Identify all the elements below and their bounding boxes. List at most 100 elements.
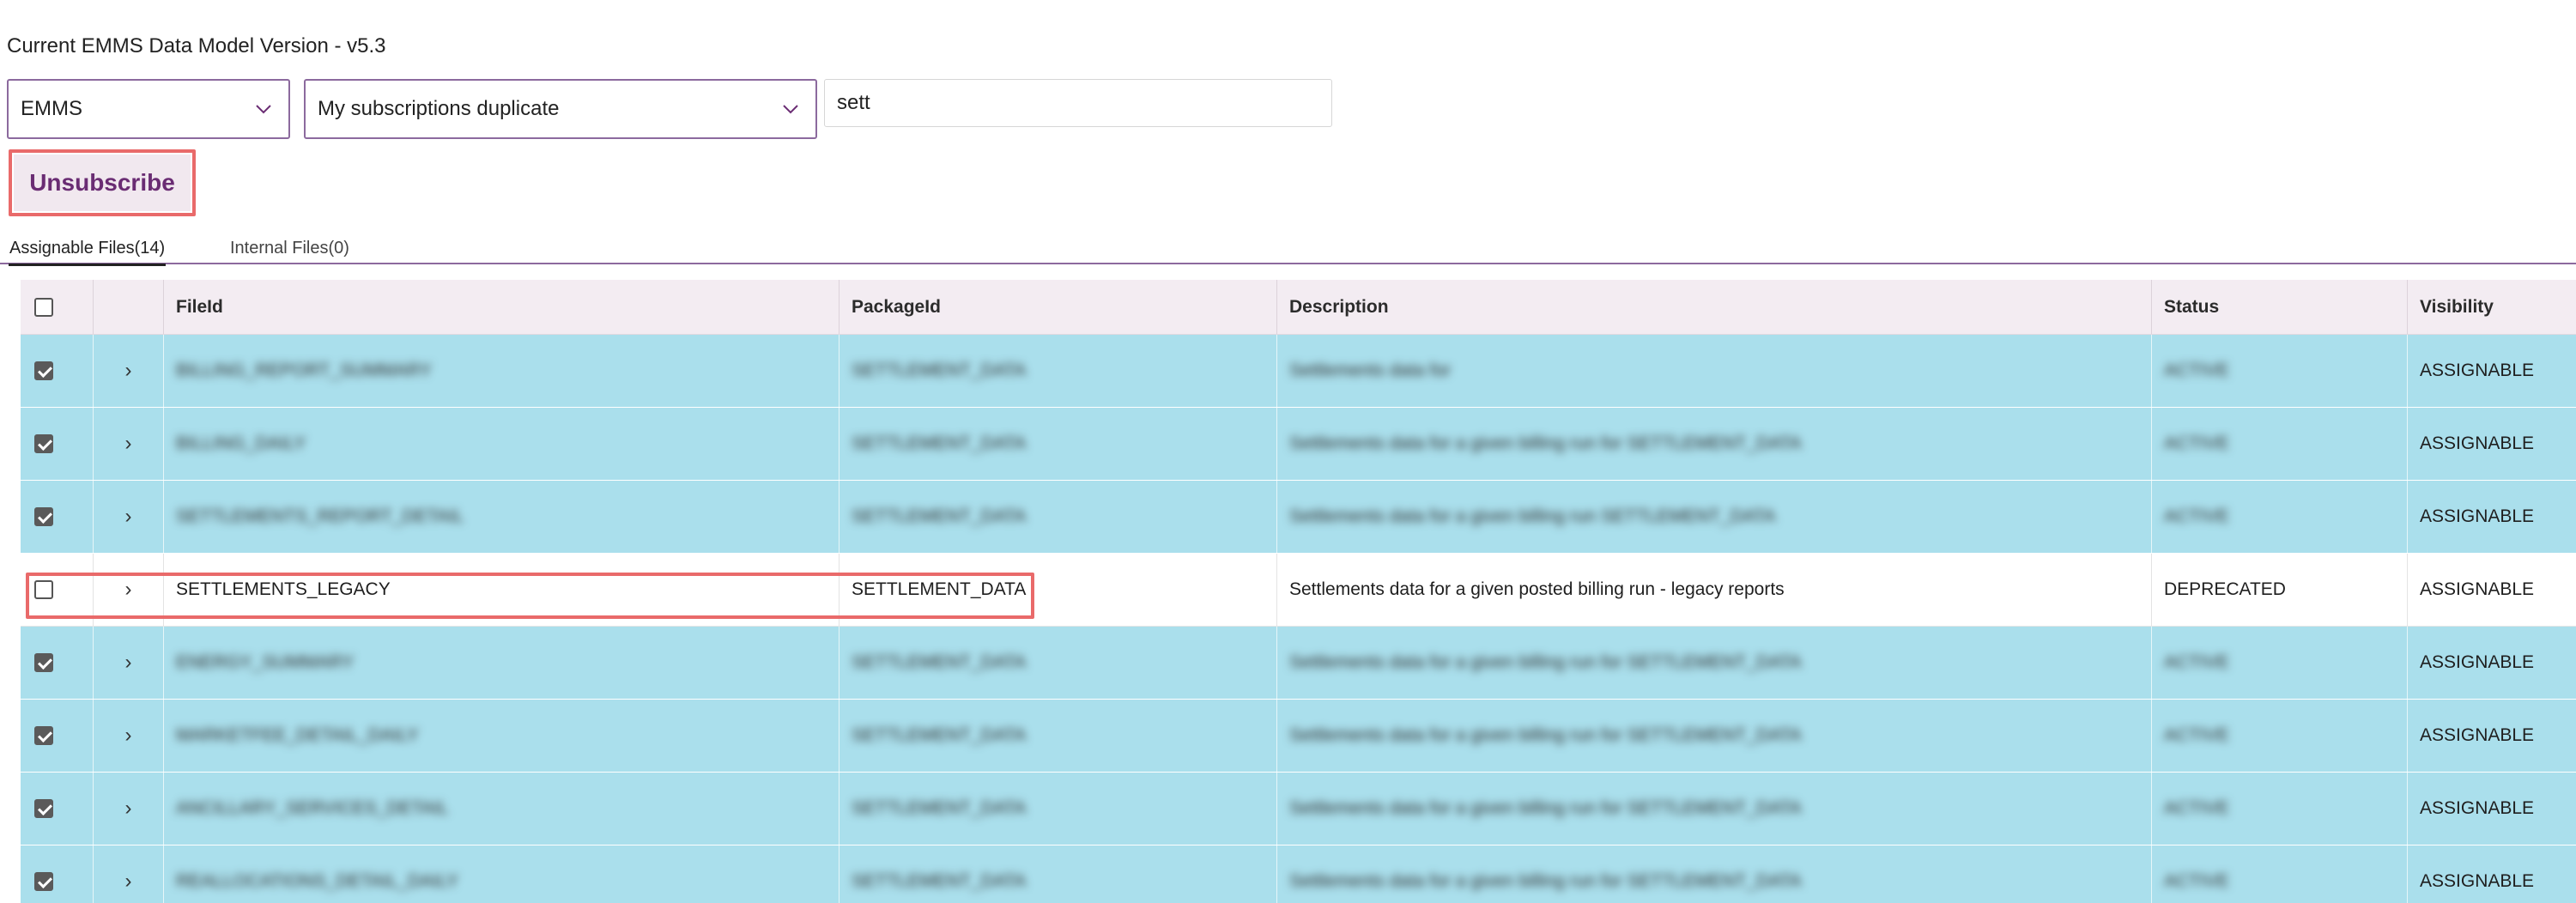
- visibility-text: ASSIGNABLE: [2420, 506, 2535, 526]
- visibility-text: ASSIGNABLE: [2420, 725, 2535, 745]
- column-header-packageid[interactable]: PackageId: [839, 280, 1276, 334]
- table-row[interactable]: › SETTLEMENTS_LEGACY SETTLEMENT_DATA Settle…: [21, 554, 2576, 627]
- row-checkbox[interactable]: [34, 434, 53, 453]
- version-title: Current EMMS Data Model Version - v5.3: [7, 34, 386, 58]
- description-text: Settlements data for a given billing run…: [1289, 652, 1802, 672]
- visibility-text: ASSIGNABLE: [2420, 579, 2535, 599]
- tab-internal-files[interactable]: Internal Files(0): [230, 239, 349, 258]
- cell-fileid: REALLOCATIONS_DETAIL_DAILY: [163, 845, 839, 903]
- description-text: Settlements data for a given billing run…: [1289, 506, 1776, 526]
- cell-description: Settlements data for a given billing run…: [1276, 481, 2151, 553]
- table-row[interactable]: › ANCILLARY_SERVICES_DETAIL SETTLEMENT_DAT…: [21, 773, 2576, 845]
- description-text: Settlements data for a given billing run…: [1289, 433, 1802, 453]
- row-checkbox[interactable]: [34, 726, 53, 745]
- row-expand-cell: ›: [93, 845, 163, 903]
- cell-description: Settlements data for a given billing run…: [1276, 845, 2151, 903]
- chevron-right-icon[interactable]: ›: [125, 651, 132, 675]
- row-checkbox[interactable]: [34, 872, 53, 891]
- table-row[interactable]: › BILLING_DAILY SETTLEMENT_DATA Settlements…: [21, 408, 2576, 481]
- cell-description: Settlements data for a given billing run…: [1276, 773, 2151, 845]
- row-expand-cell: ›: [93, 627, 163, 699]
- cell-visibility: ASSIGNABLE: [2407, 335, 2576, 407]
- fileid-text: ANCILLARY_SERVICES_DETAIL: [176, 798, 449, 818]
- chevron-right-icon[interactable]: ›: [125, 432, 132, 456]
- description-text: Settlements data for a given billing run…: [1289, 798, 1802, 818]
- cell-visibility: ASSIGNABLE: [2407, 481, 2576, 553]
- cell-status: DEPRECATED: [2151, 554, 2407, 626]
- chevron-right-icon[interactable]: ›: [125, 505, 132, 529]
- table-row[interactable]: › ENERGY_SUMMARY SETTLEMENT_DATA Settlement…: [21, 627, 2576, 700]
- row-select-cell: [21, 408, 93, 480]
- description-text: Settlements data for a given posted bill…: [1289, 579, 1785, 599]
- table-header: FileId PackageId Description Status Visi…: [21, 280, 2576, 335]
- cell-packageid: SETTLEMENT_DATA: [839, 700, 1276, 772]
- chevron-right-icon[interactable]: ›: [125, 870, 132, 894]
- files-table: FileId PackageId Description Status Visi…: [21, 280, 2576, 903]
- chevron-down-icon: [783, 105, 798, 114]
- table-row[interactable]: › BILLING_REPORT_SUMMARY SETTLEMENT_DATA Se…: [21, 335, 2576, 408]
- cell-description: Settlements data for a given billing run…: [1276, 700, 2151, 772]
- table-row[interactable]: › SETTLEMENTS_REPORT_DETAIL SETTLEMENT_DAT…: [21, 481, 2576, 554]
- status-text: ACTIVE: [2164, 798, 2229, 818]
- chevron-right-icon[interactable]: ›: [125, 724, 132, 748]
- visibility-text: ASSIGNABLE: [2420, 433, 2535, 453]
- row-select-cell: [21, 554, 93, 626]
- visibility-text: ASSIGNABLE: [2420, 361, 2535, 380]
- visibility-text: ASSIGNABLE: [2420, 652, 2535, 672]
- row-expand-cell: ›: [93, 481, 163, 553]
- cell-description: Settlements data for a given billing run…: [1276, 627, 2151, 699]
- cell-visibility: ASSIGNABLE: [2407, 845, 2576, 903]
- fileid-text: MARKETFEE_DETAIL_DAILY: [176, 725, 419, 745]
- cell-fileid: SETTLEMENTS_LEGACY: [163, 554, 839, 626]
- column-header-visibility[interactable]: Visibility: [2407, 280, 2576, 334]
- column-header-description[interactable]: Description: [1276, 280, 2151, 334]
- row-expand-cell: ›: [93, 408, 163, 480]
- row-checkbox[interactable]: [34, 653, 53, 672]
- table-row[interactable]: › REALLOCATIONS_DETAIL_DAILY SETTLEMENT_DA…: [21, 845, 2576, 903]
- unsubscribe-button[interactable]: Unsubscribe: [14, 155, 191, 211]
- row-checkbox[interactable]: [34, 580, 53, 599]
- status-text: ACTIVE: [2164, 361, 2229, 380]
- table-row[interactable]: › MARKETFEE_DETAIL_DAILY SETTLEMENT_DATA Se…: [21, 700, 2576, 773]
- model-dropdown-value: EMMS: [21, 97, 82, 120]
- packageid-text: SETTLEMENT_DATA: [852, 798, 1027, 818]
- visibility-text: ASSIGNABLE: [2420, 871, 2535, 891]
- row-select-cell: [21, 700, 93, 772]
- row-checkbox[interactable]: [34, 361, 53, 380]
- chevron-right-icon[interactable]: ›: [125, 797, 132, 821]
- column-header-status[interactable]: Status: [2151, 280, 2407, 334]
- fileid-text: SETTLEMENTS_REPORT_DETAIL: [176, 506, 464, 526]
- row-select-cell: [21, 481, 93, 553]
- search-input[interactable]: [824, 79, 1332, 127]
- fileid-text: BILLING_DAILY: [176, 433, 306, 453]
- chevron-right-icon[interactable]: ›: [125, 359, 132, 383]
- cell-status: ACTIVE: [2151, 627, 2407, 699]
- fileid-text: BILLING_REPORT_SUMMARY: [176, 361, 432, 380]
- chevron-right-icon[interactable]: ›: [125, 578, 132, 602]
- subscription-dropdown[interactable]: My subscriptions duplicate: [304, 79, 817, 139]
- cell-packageid: SETTLEMENT_DATA: [839, 335, 1276, 407]
- cell-fileid: ANCILLARY_SERVICES_DETAIL: [163, 773, 839, 845]
- tab-assignable-files[interactable]: Assignable Files(14): [8, 239, 167, 266]
- model-dropdown[interactable]: EMMS: [7, 79, 290, 139]
- cell-packageid: SETTLEMENT_DATA: [839, 554, 1276, 626]
- cell-visibility: ASSIGNABLE: [2407, 627, 2576, 699]
- description-text: Settlements data for: [1289, 361, 1451, 380]
- cell-fileid: MARKETFEE_DETAIL_DAILY: [163, 700, 839, 772]
- row-checkbox[interactable]: [34, 507, 53, 526]
- fileid-text: ENERGY_SUMMARY: [176, 652, 355, 672]
- packageid-text: SETTLEMENT_DATA: [852, 579, 1027, 599]
- row-expand-cell: ›: [93, 554, 163, 626]
- row-checkbox[interactable]: [34, 799, 53, 818]
- status-text: ACTIVE: [2164, 871, 2229, 891]
- cell-fileid: ENERGY_SUMMARY: [163, 627, 839, 699]
- cell-visibility: ASSIGNABLE: [2407, 700, 2576, 772]
- cell-packageid: SETTLEMENT_DATA: [839, 408, 1276, 480]
- column-header-fileid[interactable]: FileId: [163, 280, 839, 334]
- status-text: ACTIVE: [2164, 506, 2229, 526]
- cell-status: ACTIVE: [2151, 335, 2407, 407]
- row-expand-cell: ›: [93, 335, 163, 407]
- cell-status: ACTIVE: [2151, 845, 2407, 903]
- select-all-checkbox[interactable]: [34, 297, 53, 317]
- status-text: DEPRECATED: [2164, 579, 2286, 599]
